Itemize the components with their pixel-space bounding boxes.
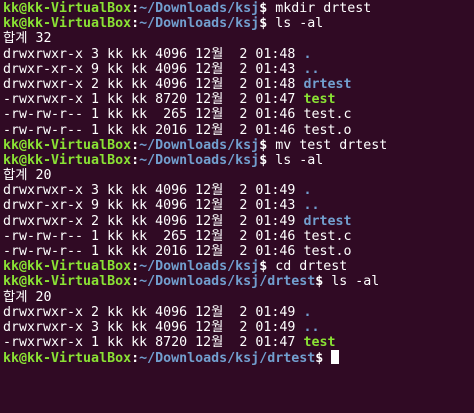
ls-entry-name: .. [303,198,320,214]
ls-entry-row: -rw-rw-r-- 1 kk kk 265 12월 2 01:46 test.… [3,107,473,122]
ls-entry-details: -rw-rw-r-- 1 kk kk 265 12월 2 01:46 [3,228,304,244]
prompt-colon: : [131,152,140,168]
prompt-line: kk@kk-VirtualBox:~/Downloads/ksj$ mv tes… [3,138,473,153]
prompt-path: ~/Downloads/ksj [139,16,260,32]
prompt-dollar: $ [315,351,332,367]
ls-entry-name: test [303,92,336,108]
prompt-line: kk@kk-VirtualBox:~/Downloads/ksj$ ls -al [3,153,473,168]
ls-entry-details: drwxr-xr-x 9 kk kk 4096 12월 2 01:43 [3,61,304,77]
ls-total-line: 합계 20 [3,168,473,183]
ls-entry-name: .. [303,61,320,77]
ls-total-text: 합계 20 [3,289,52,305]
ls-entry-name: .. [303,319,320,335]
ls-entry-name: test [303,335,336,351]
ls-entry-row: drwxr-xr-x 9 kk kk 4096 12월 2 01:43 .. [3,62,473,77]
prompt-path: ~/Downloads/ksj/drtest [139,351,316,367]
prompt-colon: : [131,1,140,16]
prompt-dollar: $ [259,16,276,32]
ls-entry-details: drwxrwxr-x 2 kk kk 4096 12월 2 01:49 [3,304,304,320]
ls-entry-row: -rwxrwxr-x 1 kk kk 8720 12월 2 01:47 test [3,335,473,350]
prompt-colon: : [131,16,140,32]
command-text: ls -al [275,16,324,32]
prompt-dollar: $ [259,259,276,275]
prompt-user-host: kk@kk-VirtualBox [3,274,132,290]
ls-entry-row: -rwxrwxr-x 1 kk kk 8720 12월 2 01:47 test [3,92,473,107]
ls-entry-name: drtest [303,213,352,229]
ls-total-line: 합계 32 [3,31,473,46]
prompt-colon: : [131,351,140,367]
prompt-path: ~/Downloads/ksj [139,1,260,16]
ls-entry-details: drwxrwxr-x 3 kk kk 4096 12월 2 01:49 [3,319,304,335]
command-text: mkdir drtest [275,1,372,16]
command-text: cd drtest [275,259,348,275]
terminal-output[interactable]: kk@kk-VirtualBox:~/Downloads/ksj$ mkdir … [3,1,473,411]
ls-entry-name: drtest [303,76,352,92]
ls-entry-details: -rw-rw-r-- 1 kk kk 2016 12월 2 01:46 [3,122,304,138]
ls-entry-name: test.o [303,244,352,259]
ls-entry-details: -rw-rw-r-- 1 kk kk 2016 12월 2 01:46 [3,244,304,259]
ls-entry-row: -rw-rw-r-- 1 kk kk 2016 12월 2 01:46 test… [3,244,473,259]
ls-entry-details: drwxrwxr-x 2 kk kk 4096 12월 2 01:49 [3,213,304,229]
terminal-cursor[interactable] [331,350,340,365]
prompt-colon: : [131,274,140,290]
ls-total-line: 합계 20 [3,290,473,305]
prompt-path: ~/Downloads/ksj [139,137,260,153]
ls-entry-details: drwxrwxr-x 3 kk kk 4096 12월 2 01:48 [3,46,304,62]
prompt-colon: : [131,137,140,153]
ls-entry-details: -rwxrwxr-x 1 kk kk 8720 12월 2 01:47 [3,335,304,351]
ls-entry-row: drwxrwxr-x 2 kk kk 4096 12월 2 01:49 drte… [3,214,473,229]
command-text: ls -al [331,274,380,290]
ls-entry-details: -rw-rw-r-- 1 kk kk 265 12월 2 01:46 [3,107,304,123]
ls-entry-name: test.c [303,107,352,123]
prompt-colon: : [131,259,140,275]
prompt-line: kk@kk-VirtualBox:~/Downloads/ksj$ ls -al [3,16,473,31]
prompt-user-host: kk@kk-VirtualBox [3,137,132,153]
prompt-user-host: kk@kk-VirtualBox [3,16,132,32]
ls-entry-row: drwxrwxr-x 2 kk kk 4096 12월 2 01:48 drte… [3,77,473,92]
command-text: mv test drtest [275,137,388,153]
prompt-path: ~/Downloads/ksj [139,152,260,168]
prompt-dollar: $ [315,274,332,290]
ls-entry-name: . [303,183,312,199]
prompt-user-host: kk@kk-VirtualBox [3,152,132,168]
prompt-user-host: kk@kk-VirtualBox [3,351,132,367]
prompt-line: kk@kk-VirtualBox:~/Downloads/ksj$ mkdir … [3,1,473,16]
ls-entry-row: drwxrwxr-x 3 kk kk 4096 12월 2 01:49 .. [3,320,473,335]
prompt-path: ~/Downloads/ksj [139,259,260,275]
prompt-line: kk@kk-VirtualBox:~/Downloads/ksj/drtest$ [3,350,473,367]
prompt-dollar: $ [259,152,276,168]
ls-entry-name: test.o [303,122,352,138]
ls-entry-name: test.c [303,228,352,244]
ls-total-text: 합계 32 [3,31,52,47]
prompt-user-host: kk@kk-VirtualBox [3,1,132,16]
ls-entry-name: . [303,304,312,320]
prompt-line: kk@kk-VirtualBox:~/Downloads/ksj$ cd drt… [3,259,473,274]
prompt-line: kk@kk-VirtualBox:~/Downloads/ksj/drtest$… [3,274,473,289]
ls-total-text: 합계 20 [3,168,52,184]
ls-entry-details: drwxrwxr-x 2 kk kk 4096 12월 2 01:48 [3,76,304,92]
ls-entry-row: drwxrwxr-x 3 kk kk 4096 12월 2 01:48 . [3,47,473,62]
prompt-dollar: $ [259,137,276,153]
ls-entry-row: drwxr-xr-x 9 kk kk 4096 12월 2 01:43 .. [3,198,473,213]
ls-entry-details: drwxrwxr-x 3 kk kk 4096 12월 2 01:49 [3,183,304,199]
command-text: ls -al [275,152,324,168]
ls-entry-name: . [303,46,312,62]
ls-entry-row: -rw-rw-r-- 1 kk kk 265 12월 2 01:46 test.… [3,229,473,244]
ls-entry-row: drwxrwxr-x 3 kk kk 4096 12월 2 01:49 . [3,183,473,198]
prompt-user-host: kk@kk-VirtualBox [3,259,132,275]
prompt-path: ~/Downloads/ksj/drtest [139,274,316,290]
ls-entry-details: drwxr-xr-x 9 kk kk 4096 12월 2 01:43 [3,198,304,214]
ls-entry-details: -rwxrwxr-x 1 kk kk 8720 12월 2 01:47 [3,92,304,108]
ls-entry-row: drwxrwxr-x 2 kk kk 4096 12월 2 01:49 . [3,305,473,320]
ls-entry-row: -rw-rw-r-- 1 kk kk 2016 12월 2 01:46 test… [3,123,473,138]
prompt-dollar: $ [259,1,276,16]
